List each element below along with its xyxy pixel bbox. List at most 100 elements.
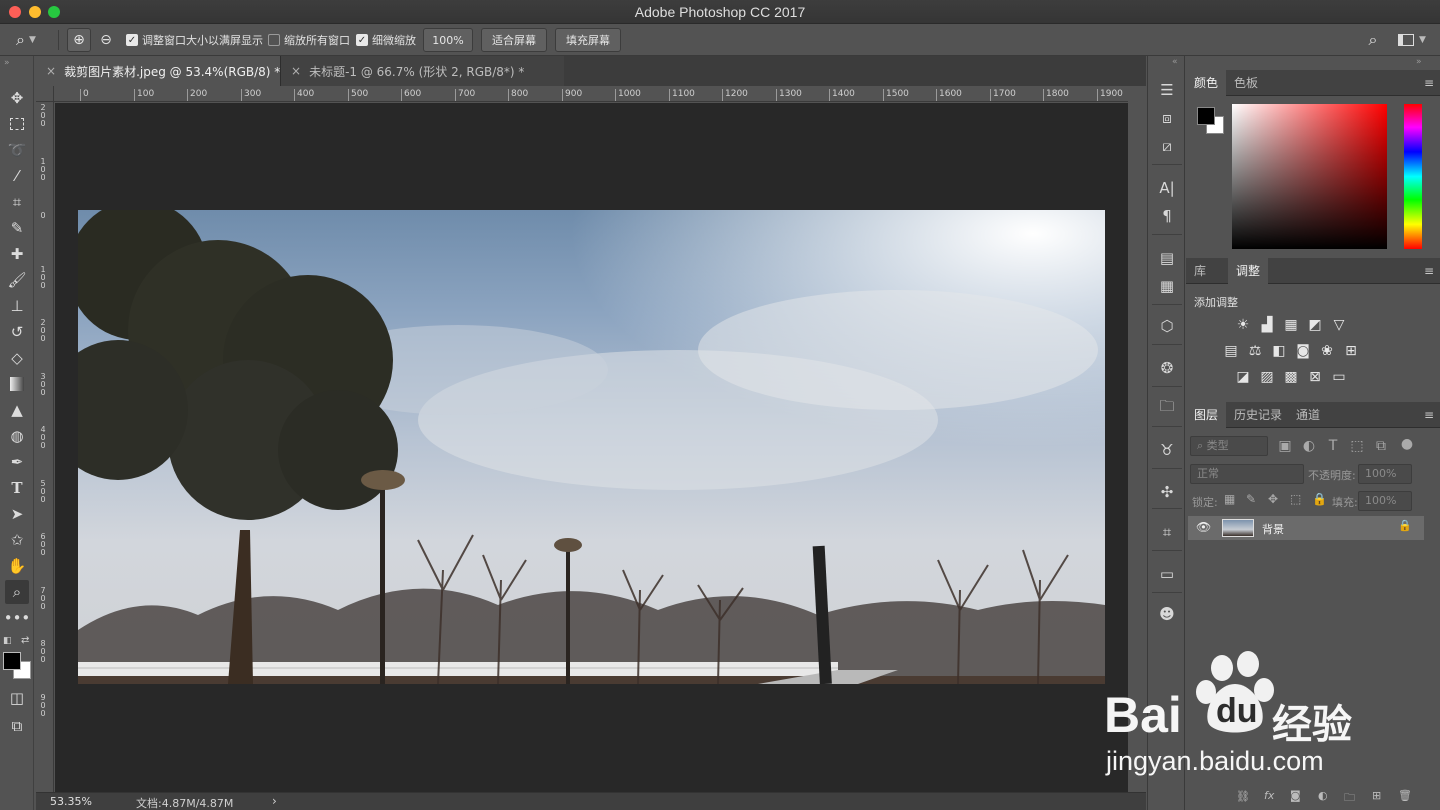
swap-colors-icon[interactable]: ⇄ <box>21 635 29 646</box>
document-tab[interactable]: × 裁剪图片素材.jpeg @ 53.4%(RGB/8) * <box>36 56 280 86</box>
levels-adjustment-icon[interactable]: ▟ <box>1258 316 1276 334</box>
zoom-tool-preset-picker[interactable]: ⌕ ▼ <box>16 28 36 52</box>
history-brush-tool[interactable]: ↺ <box>5 320 29 344</box>
blend-mode-select[interactable]: 正常 <box>1190 464 1304 484</box>
threshold-adjustment-icon[interactable]: ▩ <box>1282 368 1300 386</box>
glyphs-panel-button[interactable]: ▦ <box>1155 274 1179 298</box>
notes-panel-button[interactable]: ▤ <box>1155 246 1179 270</box>
document-tab[interactable]: × 未标题-1 @ 66.7% (形状 2, RGB/8*) * <box>280 56 564 86</box>
collapse-dock-icon[interactable]: « <box>1172 57 1178 67</box>
plugins-panel-button[interactable]: ✣ <box>1155 480 1179 504</box>
horizontal-ruler[interactable]: 0 100 200 300 400 500 600 700 800 900 10… <box>54 86 1128 102</box>
black-white-adjustment-icon[interactable]: ◧ <box>1270 342 1288 360</box>
default-colors-icon[interactable]: ◧ <box>3 636 12 646</box>
workspace-switcher[interactable]: ▼ <box>1398 28 1426 52</box>
lock-transparent-icon[interactable]: ▦ <box>1224 492 1235 506</box>
scrubby-zoom-checkbox[interactable]: ✓ 细微缩放 <box>356 28 416 52</box>
vertical-scrollbar[interactable] <box>1128 86 1146 792</box>
blur-tool[interactable]: ▲ <box>5 398 29 422</box>
tab-channels[interactable]: 通道 <box>1288 402 1328 428</box>
color-lookup-adjustment-icon[interactable]: ⊞ <box>1342 342 1360 360</box>
quick-mask-button[interactable]: ◫ <box>5 686 29 710</box>
link-layers-icon[interactable]: ⛓ <box>1236 790 1250 803</box>
properties-panel-button[interactable]: ☰ <box>1155 78 1179 102</box>
pixel-filter-icon[interactable]: ▣ <box>1276 437 1294 455</box>
pen-tool[interactable]: ✒ <box>5 450 29 474</box>
brush-settings-button[interactable]: ❂ <box>1155 356 1179 380</box>
character-panel-button[interactable]: A| <box>1155 176 1179 200</box>
filter-toggle-icon[interactable]: ● <box>1398 435 1416 453</box>
clone-source-button[interactable]: 🗀 <box>1155 396 1179 420</box>
tab-history[interactable]: 历史记录 <box>1226 402 1290 428</box>
timeline-panel-button[interactable]: ▭ <box>1155 562 1179 586</box>
zoom-100-button[interactable]: 100% <box>423 28 473 52</box>
move-tool[interactable]: ✥ <box>5 86 29 110</box>
3d-panel-button[interactable]: ⧈ <box>1155 106 1179 130</box>
navigator-panel-button[interactable]: ⧄ <box>1155 134 1179 158</box>
smart-object-filter-icon[interactable]: ⧉ <box>1372 437 1390 455</box>
shape-tool[interactable]: ✩ <box>5 528 29 552</box>
crop-panel-button[interactable]: ⌗ <box>1155 520 1179 544</box>
zoom-in-button[interactable]: ⊕ <box>67 28 91 52</box>
hand-tool[interactable]: ✋ <box>5 554 29 578</box>
shape-filter-icon[interactable]: ⬚ <box>1348 437 1366 455</box>
lock-position-icon[interactable]: ✥ <box>1268 492 1278 506</box>
collapse-panel-icon[interactable]: » <box>4 58 10 68</box>
photo-filter-adjustment-icon[interactable]: ◙ <box>1294 342 1312 360</box>
brush-tool[interactable]: 🖌 <box>5 268 29 292</box>
edit-toolbar-button[interactable]: ••• <box>4 606 31 630</box>
lasso-tool[interactable]: ➰ <box>5 138 29 162</box>
fill-field[interactable]: 100% <box>1358 491 1412 511</box>
lock-artboard-icon[interactable]: ⬚ <box>1290 492 1301 506</box>
trash-icon[interactable]: 🗑 <box>1398 789 1412 802</box>
eyedropper-tool[interactable]: ✎ <box>5 216 29 240</box>
fit-screen-button[interactable]: 适合屏幕 <box>481 28 547 52</box>
gradient-map-adjustment-icon[interactable]: ▭ <box>1330 368 1348 386</box>
zoom-out-button[interactable]: ⊖ <box>96 28 116 52</box>
panel-menu-icon[interactable]: ≡ <box>1424 76 1434 90</box>
3d-object-panel-button[interactable]: ⬡ <box>1155 314 1179 338</box>
hue-slider[interactable] <box>1404 104 1422 249</box>
zoom-tool[interactable]: ⌕ <box>5 580 29 604</box>
posterize-adjustment-icon[interactable]: ▨ <box>1258 368 1276 386</box>
screen-mode-button[interactable]: ⧉ <box>5 714 29 738</box>
add-mask-icon[interactable]: ◙ <box>1290 789 1301 802</box>
tab-color[interactable]: 颜色 <box>1186 70 1227 96</box>
vertical-ruler[interactable]: 200 100 0 100 200 300 400 500 600 700 80… <box>36 102 54 792</box>
layer-row[interactable]: 👁 背景 🔒 <box>1188 516 1424 540</box>
type-tool[interactable]: T <box>5 476 29 500</box>
zoom-level-field[interactable]: 53.35% <box>50 795 92 808</box>
new-adjustment-icon[interactable]: ◐ <box>1318 789 1328 802</box>
new-layer-icon[interactable]: ⊞ <box>1372 789 1381 802</box>
eye-icon[interactable]: 👁 <box>1196 520 1211 534</box>
search-button[interactable]: ⌕ <box>1364 28 1382 52</box>
color-balance-adjustment-icon[interactable]: ⚖ <box>1246 342 1264 360</box>
tab-libraries[interactable]: 库 <box>1186 258 1214 284</box>
dodge-tool[interactable]: ◍ <box>5 424 29 448</box>
hue-saturation-adjustment-icon[interactable]: ▤ <box>1222 342 1240 360</box>
fill-screen-button[interactable]: 填充屏幕 <box>555 28 621 52</box>
color-spectrum[interactable] <box>1232 104 1387 249</box>
quick-selection-tool[interactable]: ⁄ <box>5 164 29 188</box>
face-panel-button[interactable]: ☻ <box>1155 602 1179 626</box>
panel-menu-icon[interactable]: ≡ <box>1424 408 1434 422</box>
actions-panel-button[interactable]: ♉ <box>1155 438 1179 462</box>
close-tab-icon[interactable]: × <box>291 64 301 78</box>
exposure-adjustment-icon[interactable]: ◩ <box>1306 316 1324 334</box>
fx-icon[interactable]: fx <box>1264 789 1274 802</box>
lock-all-icon[interactable]: 🔒 <box>1312 492 1327 506</box>
document-image[interactable] <box>78 210 1105 684</box>
crop-tool[interactable]: ⌗ <box>5 190 29 214</box>
status-menu-arrow[interactable]: › <box>272 794 277 808</box>
ruler-origin[interactable] <box>36 86 54 102</box>
selective-color-adjustment-icon[interactable]: ⊠ <box>1306 368 1324 386</box>
foreground-color-swatch[interactable] <box>1197 107 1215 125</box>
document-size-info[interactable]: 文档:4.87M/4.87M <box>136 795 233 810</box>
path-selection-tool[interactable]: ➤ <box>5 502 29 526</box>
collapse-panels-icon[interactable]: » <box>1416 57 1422 67</box>
vibrance-adjustment-icon[interactable]: ▽ <box>1330 316 1348 334</box>
resize-windows-checkbox[interactable]: ✓ 调整窗口大小以满屏显示 <box>126 28 263 52</box>
tab-swatches[interactable]: 色板 <box>1226 70 1266 96</box>
adjustment-filter-icon[interactable]: ◐ <box>1300 437 1318 455</box>
zoom-all-windows-checkbox[interactable]: ✓ 缩放所有窗口 <box>268 28 350 52</box>
